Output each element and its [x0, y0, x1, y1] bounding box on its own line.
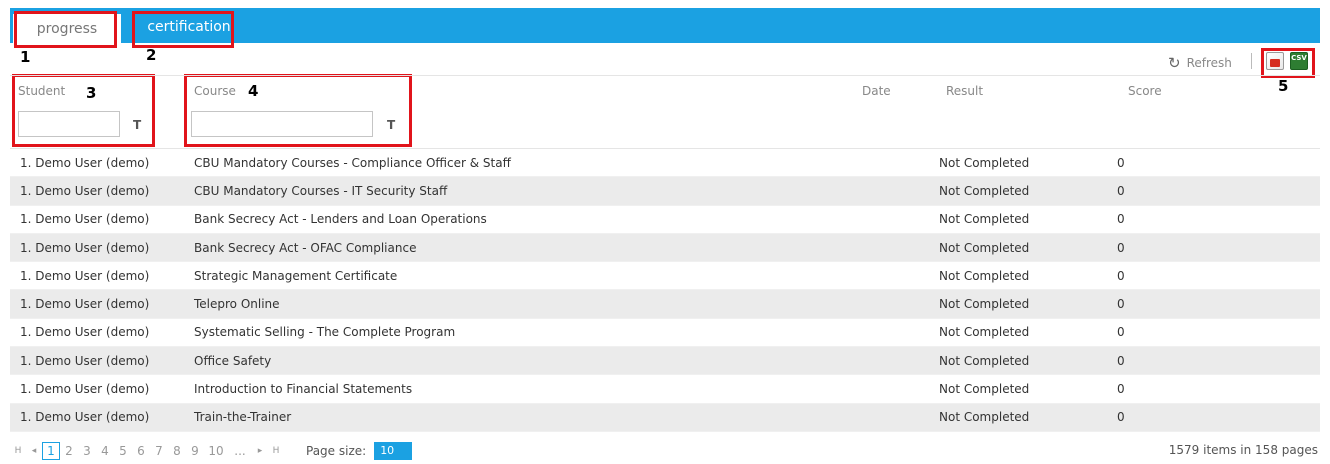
- cell-score: 0: [1117, 183, 1125, 198]
- cell-result: Not Completed: [939, 183, 1030, 198]
- page-number[interactable]: 10: [204, 444, 228, 458]
- cell-student: 1. Demo User (demo): [20, 240, 150, 255]
- page-number[interactable]: 4: [96, 444, 114, 458]
- prev-page-button[interactable]: ◂: [26, 446, 42, 456]
- page-number[interactable]: 8: [168, 444, 186, 458]
- cell-result: Not Completed: [939, 212, 1030, 227]
- table-row[interactable]: 1. Demo User (demo) Introduction to Fina…: [10, 375, 1320, 404]
- table-row[interactable]: 1. Demo User (demo) Strategic Management…: [10, 262, 1320, 291]
- annotation-box-1: [14, 11, 117, 48]
- cell-score: 0: [1117, 212, 1125, 227]
- column-header-date[interactable]: Date: [862, 84, 891, 98]
- page-number[interactable]: 5: [114, 444, 132, 458]
- cell-student: 1. Demo User (demo): [20, 155, 150, 170]
- page-number[interactable]: 9: [186, 444, 204, 458]
- column-header-course[interactable]: Course: [194, 84, 236, 98]
- page-number[interactable]: 1: [42, 442, 60, 460]
- page-size-select[interactable]: 10: [374, 442, 413, 460]
- refresh-button[interactable]: ↻ Refresh: [1168, 54, 1232, 72]
- cell-student: 1. Demo User (demo): [20, 382, 150, 397]
- table-row[interactable]: 1. Demo User (demo) CBU Mandatory Course…: [10, 149, 1320, 178]
- cell-course: Introduction to Financial Statements: [194, 382, 413, 397]
- pager: H ◂ 1 2 3 4 5 6 7 8 9 10 ... ▸ H Page si…: [10, 438, 1320, 464]
- cell-score: 0: [1117, 353, 1125, 368]
- toolbar-separator: [1251, 53, 1252, 69]
- cell-score: 0: [1117, 382, 1125, 397]
- next-page-button[interactable]: ▸: [252, 446, 268, 456]
- page-size-label: Page size:: [306, 444, 367, 458]
- cell-student: 1. Demo User (demo): [20, 268, 150, 283]
- cell-result: Not Completed: [939, 353, 1030, 368]
- course-filter-icon[interactable]: T: [387, 118, 395, 132]
- table-row[interactable]: 1. Demo User (demo) Bank Secrecy Act - L…: [10, 206, 1320, 234]
- pager-summary: 1579 items in 158 pages: [1168, 443, 1318, 457]
- refresh-label: Refresh: [1186, 56, 1232, 70]
- annotation-label-3: 3: [86, 84, 97, 102]
- page-ellipsis[interactable]: ...: [228, 444, 252, 458]
- table-row[interactable]: 1. Demo User (demo) Telepro Online Not C…: [10, 290, 1320, 319]
- page-number[interactable]: 6: [132, 444, 150, 458]
- table-row[interactable]: 1. Demo User (demo) Systematic Selling -…: [10, 319, 1320, 348]
- cell-student: 1. Demo User (demo): [20, 297, 150, 312]
- annotation-label-1: 1: [20, 48, 31, 66]
- cell-student: 1. Demo User (demo): [20, 325, 150, 340]
- column-header-score[interactable]: Score: [1128, 84, 1162, 98]
- cell-result: Not Completed: [939, 240, 1030, 255]
- table-row[interactable]: 1. Demo User (demo) CBU Mandatory Course…: [10, 177, 1320, 206]
- cell-course: Bank Secrecy Act - OFAC Compliance: [194, 240, 417, 255]
- cell-student: 1. Demo User (demo): [20, 212, 150, 227]
- table-row[interactable]: 1. Demo User (demo) Bank Secrecy Act - O…: [10, 233, 1320, 263]
- first-page-button[interactable]: H: [10, 446, 26, 456]
- annotation-label-2: 2: [146, 46, 157, 64]
- page-number[interactable]: 3: [78, 444, 96, 458]
- annotation-label-5: 5: [1278, 77, 1289, 95]
- cell-result: Not Completed: [939, 297, 1030, 312]
- last-page-button[interactable]: H: [268, 446, 284, 456]
- course-filter-input[interactable]: [191, 111, 373, 137]
- cell-student: 1. Demo User (demo): [20, 353, 150, 368]
- cell-score: 0: [1117, 325, 1125, 340]
- pdf-export-icon[interactable]: [1266, 52, 1284, 70]
- refresh-icon: ↻: [1168, 54, 1181, 72]
- cell-result: Not Completed: [939, 410, 1030, 425]
- student-filter-input[interactable]: [18, 111, 120, 137]
- column-header-student[interactable]: Student: [18, 84, 65, 98]
- cell-course: CBU Mandatory Courses - IT Security Staf…: [194, 183, 448, 198]
- cell-course: Telepro Online: [194, 297, 280, 312]
- cell-course: Systematic Selling - The Complete Progra…: [194, 325, 456, 340]
- page-number[interactable]: 7: [150, 444, 168, 458]
- column-header-result[interactable]: Result: [946, 84, 983, 98]
- cell-result: Not Completed: [939, 268, 1030, 283]
- cell-student: 1. Demo User (demo): [20, 183, 150, 198]
- cell-course: CBU Mandatory Courses - Compliance Offic…: [194, 155, 511, 170]
- student-filter-icon[interactable]: T: [133, 118, 141, 132]
- cell-course: Train-the-Trainer: [194, 410, 292, 425]
- cell-result: Not Completed: [939, 155, 1030, 170]
- cell-score: 0: [1117, 297, 1125, 312]
- cell-result: Not Completed: [939, 382, 1030, 397]
- cell-score: 0: [1117, 410, 1125, 425]
- cell-score: 0: [1117, 268, 1125, 283]
- cell-score: 0: [1117, 240, 1125, 255]
- grid-body: 1. Demo User (demo) CBU Mandatory Course…: [10, 149, 1320, 432]
- cell-score: 0: [1117, 155, 1125, 170]
- cell-course: Strategic Management Certificate: [194, 268, 398, 283]
- annotation-box-2: [132, 11, 234, 48]
- csv-export-icon[interactable]: CSV: [1290, 52, 1308, 70]
- header-top-border: [10, 75, 1320, 76]
- cell-result: Not Completed: [939, 325, 1030, 340]
- table-row[interactable]: 1. Demo User (demo) Office Safety Not Co…: [10, 347, 1320, 376]
- cell-course: Bank Secrecy Act - Lenders and Loan Oper…: [194, 212, 487, 227]
- cell-course: Office Safety: [194, 353, 272, 368]
- table-row[interactable]: 1. Demo User (demo) Train-the-Trainer No…: [10, 403, 1320, 432]
- annotation-label-4: 4: [248, 82, 259, 100]
- cell-student: 1. Demo User (demo): [20, 410, 150, 425]
- page-number[interactable]: 2: [60, 444, 78, 458]
